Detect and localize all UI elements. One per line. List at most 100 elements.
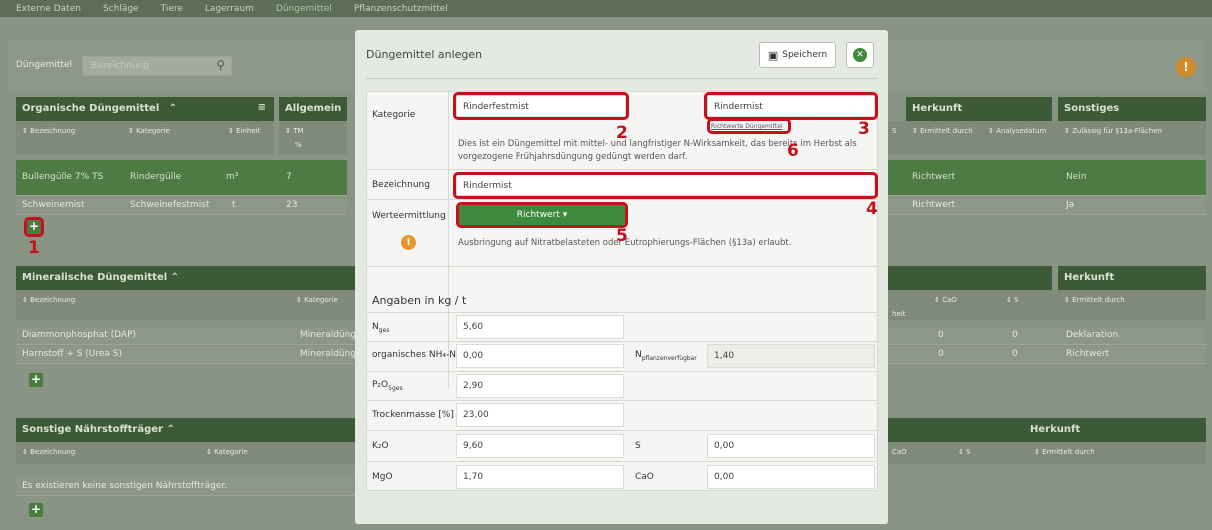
row-divider: [366, 430, 878, 431]
mineral-col-headers: ⇕ Bezeichnung ⇕ Kategorie: [16, 290, 356, 320]
col-analysedatum[interactable]: ⇕ Analysedatum: [988, 127, 1046, 135]
cao-input[interactable]: 0,00: [707, 465, 875, 489]
dialog-title: Düngemittel anlegen: [366, 48, 483, 61]
col-ermittelt[interactable]: ⇕ Ermittelt durch: [1034, 448, 1095, 456]
table-row[interactable]: 0 0 Deklaration: [888, 327, 1206, 345]
col-kategorie[interactable]: ⇕ Kategorie: [296, 296, 338, 304]
close-button[interactable]: ✕: [846, 42, 874, 68]
col-bezeichnung[interactable]: ⇕ Bezeichnung: [22, 296, 75, 304]
collapse-icon[interactable]: ⌃: [166, 424, 174, 435]
col-bezeichnung[interactable]: ⇕ Bezeichnung: [22, 127, 75, 135]
col-kategorie[interactable]: ⇕ Kategorie: [128, 127, 170, 135]
close-icon: ✕: [853, 48, 867, 62]
sonstige-right-header: Herkunft: [888, 418, 1206, 442]
add-sonstige-button[interactable]: +: [29, 503, 43, 517]
row-divider: [366, 461, 878, 462]
search-placeholder: Bezeichnung: [91, 61, 149, 71]
annotation-3: 3: [858, 119, 870, 139]
kategorie-info-text: Dies ist ein Düngemittel mit mittel- und…: [458, 139, 857, 162]
row-divider: [366, 169, 878, 170]
row-divider: [366, 199, 878, 200]
highlight-box-5: [456, 202, 628, 228]
nh4-label: organisches NH₄-N: [372, 350, 456, 360]
npfl-value: 1,40: [707, 344, 875, 368]
sonstige-right-col-headers: CaO ⇕ S ⇕ Ermittelt durch: [888, 442, 1206, 464]
col-kategorie[interactable]: ⇕ Kategorie: [206, 448, 248, 456]
row-divider: [366, 266, 878, 267]
mineral-blank-header: [888, 266, 1052, 290]
col-zulaessig[interactable]: ⇕ Zulässig für §13a-Flächen: [1064, 127, 1162, 135]
kategorie-label: Kategorie: [372, 110, 416, 120]
nav-pflanzenschutzmittel[interactable]: Pflanzenschutzmittel: [354, 4, 448, 14]
s-input[interactable]: 0,00: [707, 434, 875, 458]
organic-section-header: Organische Düngemittel ⌃ ≡: [16, 97, 274, 121]
col-s[interactable]: ⇕ S: [958, 448, 971, 456]
mgo-input[interactable]: 1,70: [456, 465, 624, 489]
collapse-icon[interactable]: ⌃: [171, 272, 179, 283]
nges-input[interactable]: 5,60: [456, 315, 624, 339]
table-row[interactable]: Richtwert Nein: [888, 160, 1206, 196]
cao-label: CaO: [635, 472, 654, 482]
tm-col-header[interactable]: ⇕ TM %: [279, 121, 347, 155]
table-row[interactable]: Diammonphosphat (DAP) Mineraldüng: [16, 327, 356, 345]
col-s[interactable]: ⇕ S: [1006, 296, 1019, 304]
table-row[interactable]: Schweinemist Schweinefestmist t 23: [16, 197, 347, 215]
p2o5-label: P₂O5ges: [372, 380, 403, 392]
annotation-1: 1: [28, 238, 40, 258]
nav-lagerraum[interactable]: Lagerraum: [205, 4, 254, 14]
info-icon[interactable]: !: [401, 235, 416, 250]
table-row[interactable]: Richtwert Ja: [888, 197, 1206, 215]
sonstiges-header: Sonstiges: [1058, 97, 1206, 121]
werteermittlung-label: Werteermittlung: [372, 211, 446, 221]
organic-title: Organische Düngemittel: [22, 103, 160, 114]
herkunft-header: Herkunft: [906, 97, 1052, 121]
save-label: Speichern: [782, 50, 828, 60]
trockenmasse-input[interactable]: 23,00: [456, 403, 624, 427]
filter-label: Düngemittel: [16, 60, 72, 70]
annotation-6: 6: [787, 141, 799, 161]
s-label: S: [635, 441, 641, 451]
table-row[interactable]: 0 0 Richtwert: [888, 346, 1206, 364]
nav-externe-daten[interactable]: Externe Daten: [16, 4, 81, 14]
trockenmasse-label: Trockenmasse [%]: [372, 410, 454, 420]
col-ermittelt[interactable]: ⇕ Ermittelt durch: [912, 127, 973, 135]
menu-icon[interactable]: ≡: [258, 102, 266, 113]
highlight-box-2: [453, 92, 629, 120]
table-row[interactable]: Harnstoff + S (Urea S) Mineraldüng: [16, 346, 356, 364]
col-bezeichnung[interactable]: ⇕ Bezeichnung: [22, 448, 75, 456]
search-icon[interactable]: ⚲: [216, 58, 225, 72]
row-divider: [366, 341, 878, 342]
p2o5-input[interactable]: 2,90: [456, 374, 624, 398]
annotation-2: 2: [616, 123, 628, 143]
k2o-input[interactable]: 9,60: [456, 434, 624, 458]
npfl-label: Npflanzenverfügbar: [635, 350, 697, 362]
k2o-label: K₂O: [372, 441, 389, 451]
save-button[interactable]: ▣ Speichern: [759, 42, 836, 68]
row-divider: [366, 400, 878, 401]
mineral-right-col-headers: heit ⇕ CaO ⇕ S ⇕ Ermittelt durch: [888, 290, 1206, 320]
col-cao[interactable]: ⇕ CaO: [934, 296, 957, 304]
info-icon[interactable]: !: [1176, 57, 1196, 77]
collapse-icon[interactable]: ⌃: [169, 103, 177, 114]
annotation-4: 4: [866, 199, 878, 219]
highlight-box-1: [24, 217, 44, 237]
col-ermittelt[interactable]: ⇕ Ermittelt durch: [1064, 296, 1125, 304]
empty-message: Es existieren keine sonstigen Nährstofft…: [16, 478, 356, 496]
main-nav: Externe Daten Schläge Tiere Lagerraum Dü…: [0, 0, 1212, 17]
mineral-section-header: Mineralische Düngemittel ⌃: [16, 266, 356, 290]
save-icon: ▣: [767, 48, 779, 62]
mineral-herkunft-header: Herkunft: [1058, 266, 1206, 290]
nav-tiere[interactable]: Tiere: [161, 4, 183, 14]
nh4-input[interactable]: 0,00: [456, 344, 624, 368]
col-einheit[interactable]: ⇕ Einheit: [228, 127, 260, 135]
bezeichnung-label: Bezeichnung: [372, 180, 430, 190]
table-row[interactable]: Bullengülle 7% TS Rindergülle m³ 7: [16, 160, 347, 196]
allgemein-header: Allgemein: [279, 97, 347, 121]
add-mineral-button[interactable]: +: [29, 373, 43, 387]
nav-schlaege[interactable]: Schläge: [103, 4, 139, 14]
angaben-heading: Angaben in kg / t: [372, 294, 467, 307]
row-divider: [366, 312, 878, 313]
search-input[interactable]: Bezeichnung ⚲: [82, 56, 232, 76]
sonstige-section-header: Sonstige Nährstoffträger ⌃: [16, 418, 356, 442]
nav-duengemittel[interactable]: Düngemittel: [276, 4, 332, 14]
